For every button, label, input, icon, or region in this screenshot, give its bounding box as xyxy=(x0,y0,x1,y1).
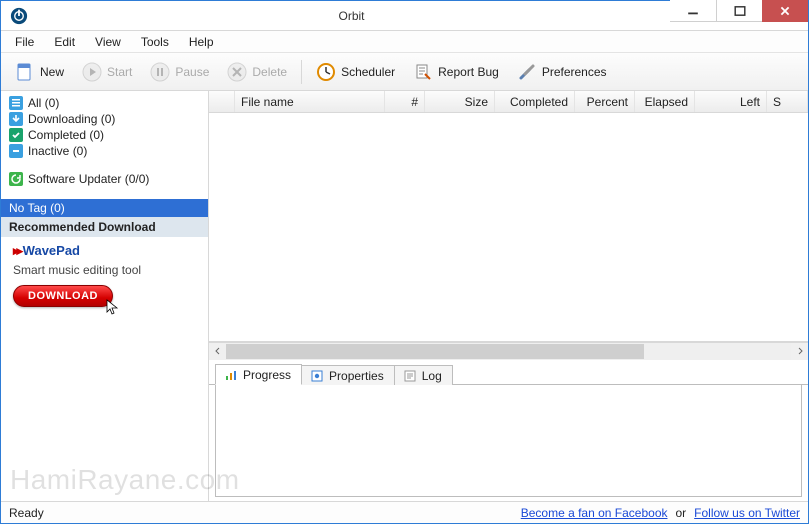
toolbar-separator xyxy=(301,60,302,84)
delete-icon xyxy=(227,62,247,82)
sidebar-item-downloading[interactable]: Downloading (0) xyxy=(1,111,208,127)
sidebar-label: Inactive (0) xyxy=(28,144,87,158)
preferences-label: Preferences xyxy=(542,65,607,79)
window-title: Orbit xyxy=(33,9,670,23)
menu-tools[interactable]: Tools xyxy=(133,33,177,51)
status-text: Ready xyxy=(9,506,521,520)
recommended-subtitle: Smart music editing tool xyxy=(13,263,200,277)
recommended-header: Recommended Download xyxy=(1,217,208,237)
col-elapsed[interactable]: Elapsed xyxy=(635,91,695,112)
sidebar: All (0) Downloading (0) Completed (0) In… xyxy=(1,91,209,501)
log-icon xyxy=(403,369,417,383)
sidebar-item-updater[interactable]: Software Updater (0/0) xyxy=(1,171,208,187)
delete-button[interactable]: Delete xyxy=(219,59,295,85)
status-or: or xyxy=(676,506,687,520)
col-num[interactable]: # xyxy=(385,91,425,112)
menu-bar: File Edit View Tools Help xyxy=(1,31,808,53)
status-bar: Ready Become a fan on Facebook or Follow… xyxy=(1,501,808,523)
col-left[interactable]: Left xyxy=(695,91,767,112)
title-bar: Orbit xyxy=(1,1,808,31)
scroll-thumb[interactable] xyxy=(226,344,644,359)
tools-icon xyxy=(517,62,537,82)
recommended-title[interactable]: WavePad xyxy=(13,243,200,259)
download-button-label: DOWNLOAD xyxy=(28,290,98,302)
sidebar-item-no-tag[interactable]: No Tag (0) xyxy=(1,199,208,217)
new-button[interactable]: New xyxy=(7,59,72,85)
window-controls xyxy=(670,1,808,30)
clock-icon xyxy=(316,62,336,82)
tab-properties[interactable]: Properties xyxy=(301,365,395,385)
sidebar-label: Completed (0) xyxy=(28,128,104,142)
tab-label: Log xyxy=(422,369,442,383)
orbit-icon xyxy=(5,2,33,30)
download-button[interactable]: DOWNLOAD xyxy=(13,285,113,307)
horizontal-scrollbar[interactable] xyxy=(209,342,808,359)
grid-body[interactable] xyxy=(209,113,808,342)
start-label: Start xyxy=(107,65,132,79)
sidebar-label: No Tag (0) xyxy=(9,201,65,215)
menu-help[interactable]: Help xyxy=(181,33,222,51)
menu-file[interactable]: File xyxy=(7,33,42,51)
list-icon xyxy=(9,96,23,110)
tab-label: Properties xyxy=(329,369,384,383)
sidebar-label: Software Updater (0/0) xyxy=(28,172,149,186)
grid-header: File name # Size Completed Percent Elaps… xyxy=(209,91,808,113)
maximize-button[interactable] xyxy=(716,0,762,22)
pause-icon xyxy=(150,62,170,82)
close-button[interactable] xyxy=(762,0,808,22)
play-icon xyxy=(82,62,102,82)
tab-progress[interactable]: Progress xyxy=(215,364,302,385)
menu-view[interactable]: View xyxy=(87,33,129,51)
download-icon xyxy=(9,112,23,126)
inactive-icon xyxy=(9,144,23,158)
report-bug-label: Report Bug xyxy=(438,65,499,79)
detail-body[interactable] xyxy=(215,385,802,497)
sidebar-item-completed[interactable]: Completed (0) xyxy=(1,127,208,143)
col-s[interactable]: S xyxy=(767,91,808,112)
sidebar-item-all[interactable]: All (0) xyxy=(1,95,208,111)
updater-icon xyxy=(9,172,23,186)
preferences-button[interactable]: Preferences xyxy=(509,59,615,85)
pause-button[interactable]: Pause xyxy=(142,59,217,85)
main-panel: File name # Size Completed Percent Elaps… xyxy=(209,91,808,501)
properties-icon xyxy=(310,369,324,383)
menu-edit[interactable]: Edit xyxy=(46,33,83,51)
recommended-panel: WavePad Smart music editing tool DOWNLOA… xyxy=(1,237,208,317)
facebook-link[interactable]: Become a fan on Facebook xyxy=(521,506,668,520)
new-icon xyxy=(15,62,35,82)
sidebar-item-inactive[interactable]: Inactive (0) xyxy=(1,143,208,159)
cursor-icon xyxy=(105,299,121,315)
bug-report-icon xyxy=(413,62,433,82)
tab-log[interactable]: Log xyxy=(394,365,453,385)
scroll-left-icon[interactable] xyxy=(209,343,226,360)
toolbar: New Start Pause Delete Scheduler Report … xyxy=(1,53,808,91)
chart-icon xyxy=(224,368,238,382)
report-bug-button[interactable]: Report Bug xyxy=(405,59,507,85)
scheduler-label: Scheduler xyxy=(341,65,395,79)
start-button[interactable]: Start xyxy=(74,59,140,85)
scroll-track[interactable] xyxy=(226,343,791,360)
col-size[interactable]: Size xyxy=(425,91,495,112)
col-icon[interactable] xyxy=(209,91,235,112)
scheduler-button[interactable]: Scheduler xyxy=(308,59,403,85)
completed-icon xyxy=(9,128,23,142)
col-completed[interactable]: Completed xyxy=(495,91,575,112)
body: All (0) Downloading (0) Completed (0) In… xyxy=(1,91,808,501)
tab-label: Progress xyxy=(243,368,291,382)
new-label: New xyxy=(40,65,64,79)
pause-label: Pause xyxy=(175,65,209,79)
twitter-link[interactable]: Follow us on Twitter xyxy=(694,506,800,520)
col-percent[interactable]: Percent xyxy=(575,91,635,112)
delete-label: Delete xyxy=(252,65,287,79)
sidebar-label: Downloading (0) xyxy=(28,112,115,126)
minimize-button[interactable] xyxy=(670,0,716,22)
col-filename[interactable]: File name xyxy=(235,91,385,112)
detail-tabs: Progress Properties Log xyxy=(209,361,808,385)
scroll-right-icon[interactable] xyxy=(791,343,808,360)
app-window: Orbit File Edit View Tools Help New Star… xyxy=(0,0,809,524)
sidebar-label: All (0) xyxy=(28,96,59,110)
